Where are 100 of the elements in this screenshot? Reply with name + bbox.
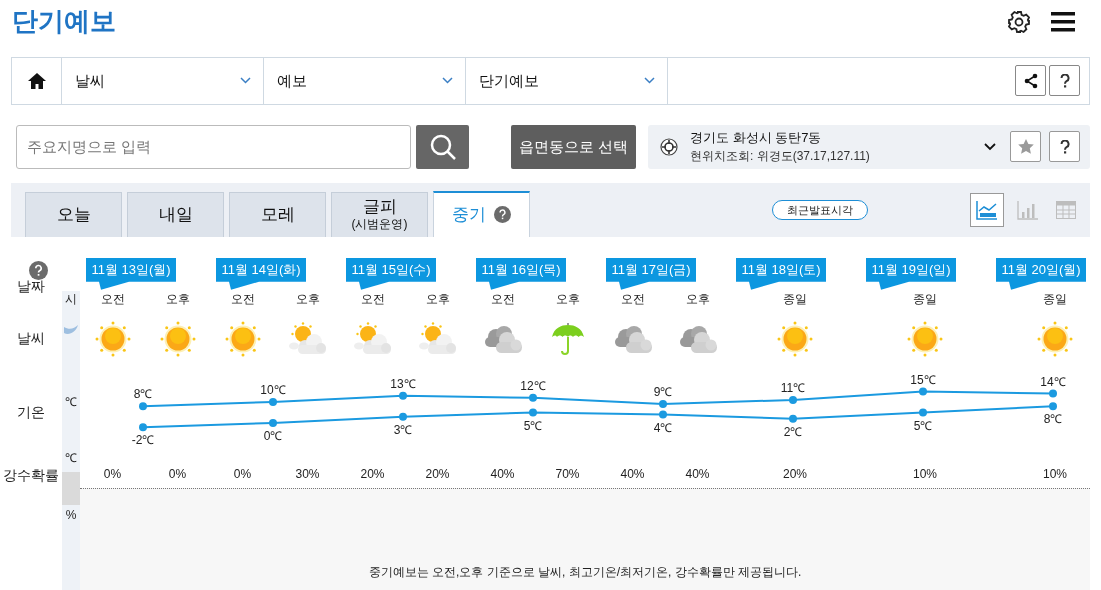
date-tag: 11월 16일(목) (476, 257, 566, 290)
period-label: 오전 (619, 290, 646, 307)
cloud-icon (612, 323, 653, 354)
chevron-down-icon (644, 77, 655, 85)
temperature-label: 3℃ (393, 422, 413, 437)
question-icon (1059, 73, 1070, 88)
precipitation-value: 20% (359, 465, 386, 483)
home-icon[interactable] (26, 71, 47, 90)
data-point (919, 387, 927, 396)
precipitation-value: 20% (424, 465, 451, 483)
question-icon (1059, 139, 1070, 154)
sun-icon (907, 320, 943, 357)
settings-icon[interactable] (1007, 9, 1031, 34)
row-label: 날씨 (17, 329, 45, 346)
data-point (269, 418, 277, 427)
tab[interactable]: 오늘 (25, 191, 122, 237)
help-icon[interactable] (494, 206, 511, 224)
temperature-label: 14℃ (1040, 374, 1066, 389)
date-tag: 11월 14일(화) (216, 257, 306, 290)
precipitation-value: 40% (684, 465, 711, 483)
precipitation-value: ℃ (65, 449, 77, 466)
temperature-label: 12℃ (520, 378, 546, 393)
temperature-label: 5℃ (913, 418, 933, 433)
temperature-label: 11℃ (780, 380, 806, 395)
period-label: 오후 (684, 290, 711, 307)
location-target-icon[interactable] (660, 137, 678, 156)
line-chart-icon (976, 199, 998, 220)
row-label: 기온 (17, 403, 45, 420)
date-tag: 11월 20일(월) (996, 257, 1086, 290)
chevron-down-icon (442, 77, 453, 85)
sun-icon (159, 320, 196, 357)
data-point (919, 408, 927, 417)
menu-icon[interactable] (1051, 10, 1075, 33)
latest-release-button[interactable]: 최근발표시각 (772, 199, 868, 220)
sun-cloud-icon (418, 321, 457, 356)
temperature-label: 13℃ (390, 376, 416, 391)
period-label: 오후 (554, 290, 581, 307)
help-button[interactable] (1049, 65, 1080, 97)
row-label: 강수확률 (3, 466, 59, 483)
period-label: 종일 (1042, 290, 1068, 307)
help-icon[interactable] (28, 260, 48, 280)
sun-cloud-icon (288, 321, 327, 356)
data-point (399, 391, 407, 400)
data-point (399, 412, 407, 421)
share-button[interactable] (1015, 65, 1046, 97)
tab[interactable]: 글피 (시범운영) (331, 191, 428, 237)
percent-label: % (65, 506, 77, 523)
data-point (659, 399, 667, 408)
temperature-label: 4℃ (653, 420, 673, 435)
temperature-label: 5℃ (523, 418, 543, 433)
search-field[interactable]: 주요지명으로 입력 (16, 124, 411, 169)
location-name: 경기도 화성시 동탄7동 (690, 128, 823, 147)
page-title: 단기예보 (12, 5, 116, 39)
period-label: 오전 (489, 290, 516, 307)
period-label: 오전 (229, 290, 256, 307)
area-select-button[interactable]: 읍면동으로 선택 (511, 124, 636, 169)
tab[interactable]: 중기 (433, 190, 530, 237)
date-tag: 11월 19일(일) (866, 257, 956, 290)
data-point (659, 410, 667, 419)
favorite-button[interactable] (1010, 131, 1041, 163)
tab[interactable]: 내일 (127, 191, 224, 237)
data-point (1049, 389, 1057, 398)
period-label: 종일 (782, 290, 808, 307)
precipitation-value: 70% (554, 465, 581, 483)
precipitation-value: 0% (102, 465, 123, 483)
temperature-label: 10℃ (260, 382, 286, 397)
help-button[interactable] (1049, 131, 1080, 163)
share-icon (1022, 72, 1039, 89)
sun-icon (224, 320, 261, 357)
precipitation-value: 0% (232, 465, 253, 483)
nav-dropdown[interactable]: 예보 (264, 57, 466, 104)
precipitation-value: 40% (489, 465, 516, 483)
row-label: 날짜 (17, 277, 45, 294)
sun-cloud-icon (353, 321, 392, 356)
bar-chart-icon (1017, 199, 1039, 220)
precipitation-value: 30% (294, 465, 321, 483)
temperature-label: 8℃ (1043, 411, 1063, 426)
data-point (269, 397, 277, 406)
chevron-down-icon[interactable] (984, 142, 996, 151)
temperature-label: 2℃ (783, 424, 803, 439)
data-point (529, 393, 537, 402)
precipitation-value: 0% (167, 465, 188, 483)
sun-icon (94, 320, 131, 357)
nav-dropdown[interactable]: 날씨 (62, 57, 264, 104)
period-label: 오후 (294, 290, 321, 307)
star-icon (1017, 139, 1034, 155)
nav-dropdown[interactable]: 단기예보 (466, 57, 668, 104)
date-tag: 11월 15일(수) (346, 257, 436, 290)
period-label: 종일 (912, 290, 938, 307)
period-label: 시 (65, 290, 77, 307)
search-button[interactable] (416, 124, 469, 169)
data-point (1049, 401, 1057, 410)
data-point (529, 408, 537, 417)
period-label: 오후 (164, 290, 191, 307)
precipitation-value: 20% (782, 465, 808, 483)
data-point (139, 422, 147, 431)
view-mode-button[interactable] (970, 192, 1004, 227)
info-note: 중기예보는 오전,오후 기준으로 날씨, 최고기온/최저기온, 강수확률만 제공됩니다. (368, 564, 802, 581)
period-label: 오전 (359, 290, 386, 307)
tab[interactable]: 모레 (229, 191, 326, 237)
